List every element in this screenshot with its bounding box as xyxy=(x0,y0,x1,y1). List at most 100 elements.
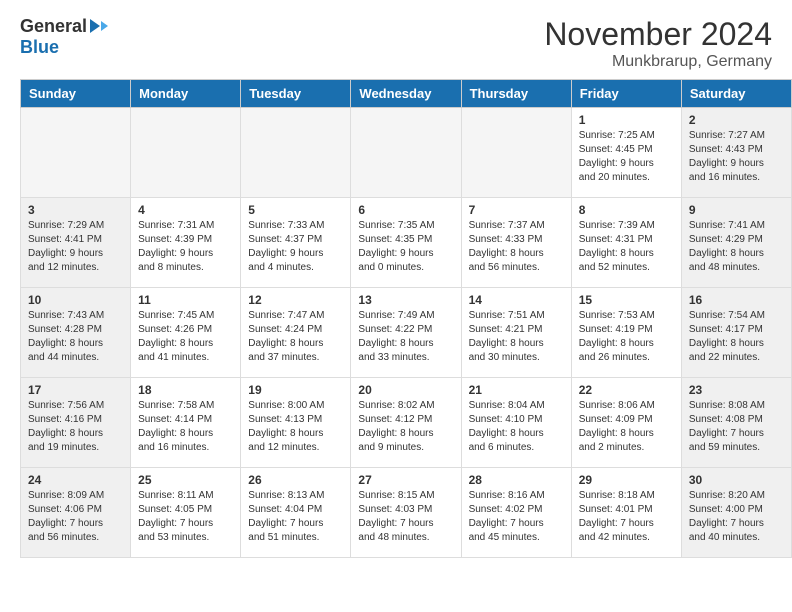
calendar-day: 21 Sunrise: 8:04 AM Sunset: 4:10 PM Dayli… xyxy=(461,378,571,468)
day-info: Sunrise: 8:08 AM Sunset: 4:08 PM Dayligh… xyxy=(689,399,784,455)
day-number: 9 xyxy=(689,203,784,217)
calendar-day: 2Sunrise: 7:27 AM Sunset: 4:43 PM Daylig… xyxy=(681,108,791,198)
calendar-day: 11 Sunrise: 7:45 AM Sunset: 4:26 PM Dayli… xyxy=(131,288,241,378)
day-info: Sunrise: 7:41 AM Sunset: 4:29 PM Dayligh… xyxy=(689,219,784,275)
calendar-day xyxy=(351,108,461,198)
day-number: 1 xyxy=(579,113,674,127)
title-section: November 2024 Munkbrarup, Germany xyxy=(544,16,772,71)
calendar-day: 15 Sunrise: 7:53 AM Sunset: 4:19 PM Dayli… xyxy=(571,288,681,378)
day-info: Sunrise: 8:06 AM Sunset: 4:09 PM Dayligh… xyxy=(579,399,674,455)
calendar-day: 19 Sunrise: 8:00 AM Sunset: 4:13 PM Dayli… xyxy=(241,378,351,468)
day-info: Sunrise: 8:04 AM Sunset: 4:10 PM Dayligh… xyxy=(469,399,564,455)
header-monday: Monday xyxy=(131,80,241,108)
calendar-day: 29Sunrise: 8:18 AM Sunset: 4:01 PM Dayli… xyxy=(571,468,681,558)
day-info: Sunrise: 7:45 AM Sunset: 4:26 PM Dayligh… xyxy=(138,309,233,365)
header-sunday: Sunday xyxy=(21,80,131,108)
day-info: Sunrise: 8:15 AM Sunset: 4:03 PM Dayligh… xyxy=(358,489,453,545)
calendar-day: 7 Sunrise: 7:37 AM Sunset: 4:33 PM Daylig… xyxy=(461,198,571,288)
calendar-day: 24 Sunrise: 8:09 AM Sunset: 4:06 PM Dayli… xyxy=(21,468,131,558)
header-wednesday: Wednesday xyxy=(351,80,461,108)
day-number: 20 xyxy=(358,383,453,397)
day-info: Sunrise: 7:39 AM Sunset: 4:31 PM Dayligh… xyxy=(579,219,674,275)
calendar-week-row: 24 Sunrise: 8:09 AM Sunset: 4:06 PM Dayli… xyxy=(21,468,792,558)
calendar-day: 3 Sunrise: 7:29 AM Sunset: 4:41 PM Daylig… xyxy=(21,198,131,288)
day-number: 5 xyxy=(248,203,343,217)
day-info: Sunrise: 7:29 AM Sunset: 4:41 PM Dayligh… xyxy=(28,219,123,275)
day-info: Sunrise: 7:51 AM Sunset: 4:21 PM Dayligh… xyxy=(469,309,564,365)
day-number: 6 xyxy=(358,203,453,217)
day-info: Sunrise: 8:18 AM Sunset: 4:01 PM Dayligh… xyxy=(579,489,674,545)
day-info: Sunrise: 8:13 AM Sunset: 4:04 PM Dayligh… xyxy=(248,489,343,545)
day-info: Sunrise: 7:49 AM Sunset: 4:22 PM Dayligh… xyxy=(358,309,453,365)
day-number: 27 xyxy=(358,473,453,487)
calendar-day: 23Sunrise: 8:08 AM Sunset: 4:08 PM Dayli… xyxy=(681,378,791,468)
header-saturday: Saturday xyxy=(681,80,791,108)
location: Munkbrarup, Germany xyxy=(544,53,772,71)
calendar-week-row: 3 Sunrise: 7:29 AM Sunset: 4:41 PM Daylig… xyxy=(21,198,792,288)
calendar-day: 22Sunrise: 8:06 AM Sunset: 4:09 PM Dayli… xyxy=(571,378,681,468)
logo-general-text: General xyxy=(20,16,87,37)
day-number: 15 xyxy=(579,293,674,307)
day-info: Sunrise: 7:25 AM Sunset: 4:45 PM Dayligh… xyxy=(579,129,674,185)
day-info: Sunrise: 7:37 AM Sunset: 4:33 PM Dayligh… xyxy=(469,219,564,275)
calendar-week-row: 17 Sunrise: 7:56 AM Sunset: 4:16 PM Dayli… xyxy=(21,378,792,468)
day-number: 26 xyxy=(248,473,343,487)
day-info: Sunrise: 7:35 AM Sunset: 4:35 PM Dayligh… xyxy=(358,219,453,275)
day-number: 30 xyxy=(689,473,784,487)
day-number: 3 xyxy=(28,203,123,217)
day-number: 13 xyxy=(358,293,453,307)
calendar-day: 9 Sunrise: 7:41 AM Sunset: 4:29 PM Daylig… xyxy=(681,198,791,288)
day-info: Sunrise: 8:20 AM Sunset: 4:00 PM Dayligh… xyxy=(689,489,784,545)
day-number: 21 xyxy=(469,383,564,397)
day-number: 14 xyxy=(469,293,564,307)
header-row: Sunday Monday Tuesday Wednesday Thursday… xyxy=(21,80,792,108)
header-tuesday: Tuesday xyxy=(241,80,351,108)
calendar-day xyxy=(21,108,131,198)
calendar-week-row: 10 Sunrise: 7:43 AM Sunset: 4:28 PM Dayli… xyxy=(21,288,792,378)
day-number: 12 xyxy=(248,293,343,307)
logo-arrow-icon xyxy=(90,19,100,33)
calendar-day: 5 Sunrise: 7:33 AM Sunset: 4:37 PM Daylig… xyxy=(241,198,351,288)
day-info: Sunrise: 8:16 AM Sunset: 4:02 PM Dayligh… xyxy=(469,489,564,545)
header-friday: Friday xyxy=(571,80,681,108)
day-info: Sunrise: 7:53 AM Sunset: 4:19 PM Dayligh… xyxy=(579,309,674,365)
day-number: 7 xyxy=(469,203,564,217)
day-number: 25 xyxy=(138,473,233,487)
calendar-day: 28 Sunrise: 8:16 AM Sunset: 4:02 PM Dayli… xyxy=(461,468,571,558)
calendar-day: 20 Sunrise: 8:02 AM Sunset: 4:12 PM Dayli… xyxy=(351,378,461,468)
calendar-day: 27 Sunrise: 8:15 AM Sunset: 4:03 PM Dayli… xyxy=(351,468,461,558)
day-number: 24 xyxy=(28,473,123,487)
day-info: Sunrise: 7:27 AM Sunset: 4:43 PM Dayligh… xyxy=(689,129,784,185)
day-info: Sunrise: 8:00 AM Sunset: 4:13 PM Dayligh… xyxy=(248,399,343,455)
day-info: Sunrise: 7:56 AM Sunset: 4:16 PM Dayligh… xyxy=(28,399,123,455)
calendar-day xyxy=(131,108,241,198)
calendar-day: 12 Sunrise: 7:47 AM Sunset: 4:24 PM Dayli… xyxy=(241,288,351,378)
day-number: 10 xyxy=(28,293,123,307)
calendar-day xyxy=(461,108,571,198)
day-number: 28 xyxy=(469,473,564,487)
calendar-day: 4 Sunrise: 7:31 AM Sunset: 4:39 PM Daylig… xyxy=(131,198,241,288)
calendar-day xyxy=(241,108,351,198)
day-number: 4 xyxy=(138,203,233,217)
day-info: Sunrise: 7:31 AM Sunset: 4:39 PM Dayligh… xyxy=(138,219,233,275)
logo-blue-text: Blue xyxy=(20,37,59,58)
day-info: Sunrise: 8:09 AM Sunset: 4:06 PM Dayligh… xyxy=(28,489,123,545)
calendar-day: 26 Sunrise: 8:13 AM Sunset: 4:04 PM Dayli… xyxy=(241,468,351,558)
calendar-day: 25 Sunrise: 8:11 AM Sunset: 4:05 PM Dayli… xyxy=(131,468,241,558)
day-info: Sunrise: 7:43 AM Sunset: 4:28 PM Dayligh… xyxy=(28,309,123,365)
calendar-day: 13 Sunrise: 7:49 AM Sunset: 4:22 PM Dayli… xyxy=(351,288,461,378)
calendar-day: 18Sunrise: 7:58 AM Sunset: 4:14 PM Dayli… xyxy=(131,378,241,468)
header-thursday: Thursday xyxy=(461,80,571,108)
day-number: 19 xyxy=(248,383,343,397)
day-info: Sunrise: 7:47 AM Sunset: 4:24 PM Dayligh… xyxy=(248,309,343,365)
day-info: Sunrise: 7:33 AM Sunset: 4:37 PM Dayligh… xyxy=(248,219,343,275)
calendar-day: 6 Sunrise: 7:35 AM Sunset: 4:35 PM Daylig… xyxy=(351,198,461,288)
day-info: Sunrise: 8:02 AM Sunset: 4:12 PM Dayligh… xyxy=(358,399,453,455)
logo: General Blue xyxy=(20,16,108,58)
calendar-wrapper: Sunday Monday Tuesday Wednesday Thursday… xyxy=(0,79,792,568)
day-number: 16 xyxy=(689,293,784,307)
day-number: 17 xyxy=(28,383,123,397)
day-info: Sunrise: 8:11 AM Sunset: 4:05 PM Dayligh… xyxy=(138,489,233,545)
day-number: 18 xyxy=(138,383,233,397)
day-number: 11 xyxy=(138,293,233,307)
